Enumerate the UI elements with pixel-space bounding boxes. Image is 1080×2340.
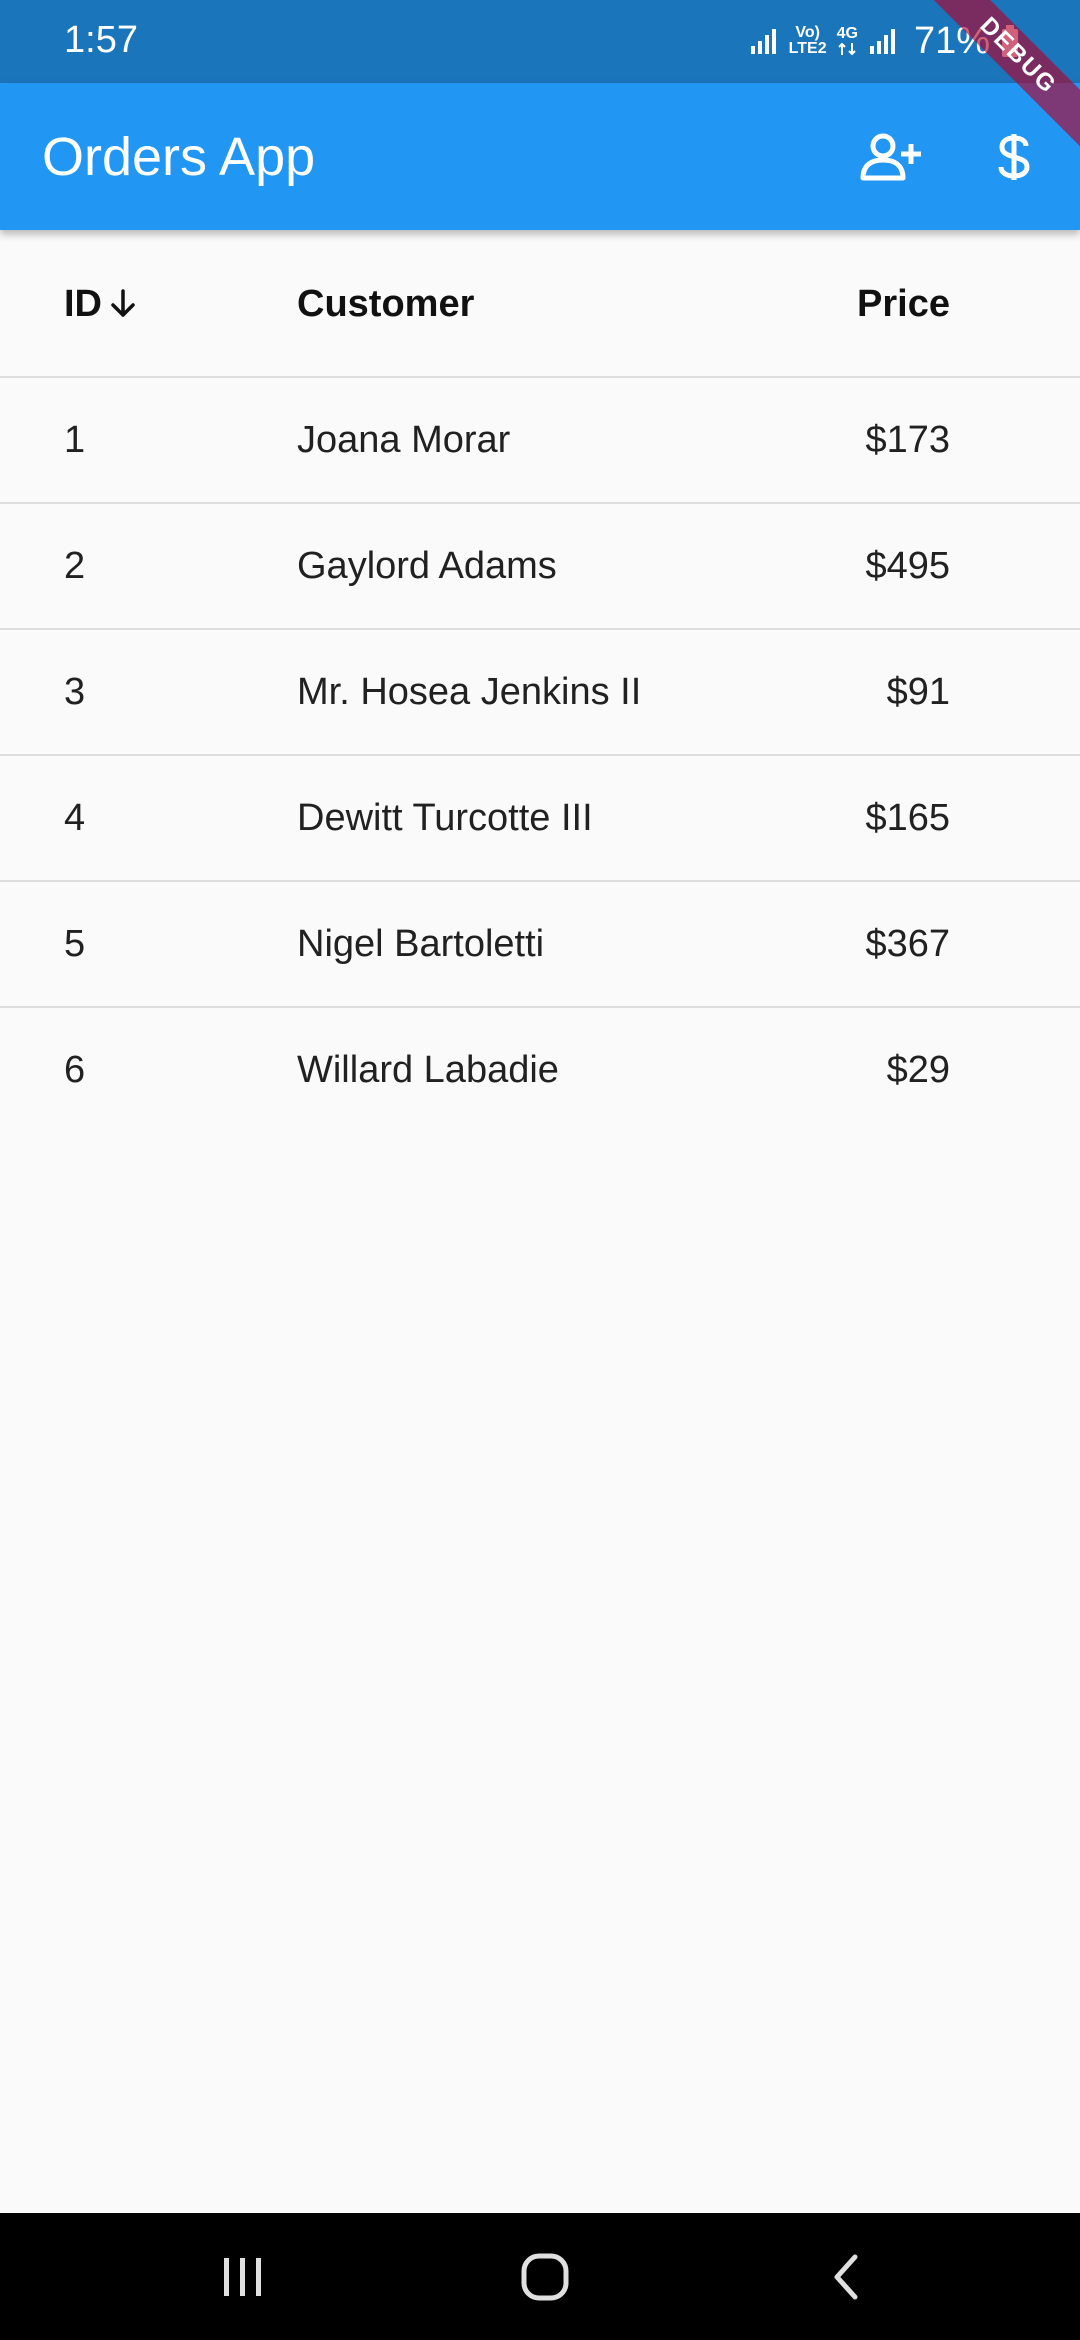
cell-customer: Dewitt Turcotte III — [297, 797, 593, 839]
cell-id: 5 — [64, 923, 86, 965]
signal-icon — [750, 29, 776, 54]
recents-icon — [224, 2258, 261, 2296]
data-arrows-icon — [838, 42, 856, 56]
header-customer[interactable]: Customer — [297, 280, 474, 328]
cell-customer: Nigel Bartoletti — [297, 923, 545, 965]
network-indicator: 4G — [837, 26, 858, 56]
cell-price: $91 — [886, 671, 950, 713]
cell-id: 4 — [64, 797, 86, 839]
screen: 1:57 Vo) LTE2 4G 71% DEBUG Orders App ID… — [0, 0, 1080, 2340]
back-button[interactable] — [807, 2239, 887, 2315]
cell-price: $367 — [865, 923, 950, 965]
volte-indicator: Vo) LTE2 — [789, 25, 827, 57]
table-row[interactable]: 1 Joana Morar $173 — [0, 378, 1080, 504]
add-user-icon — [860, 133, 921, 181]
cell-id: 3 — [64, 671, 86, 713]
recents-button[interactable] — [203, 2239, 283, 2315]
cell-price: $495 — [865, 545, 950, 587]
table-row[interactable]: 6 Willard Labadie $29 — [0, 1008, 1080, 1134]
header-price[interactable]: Price — [857, 280, 950, 328]
app-title: Orders App — [42, 127, 316, 187]
lte-label: LTE2 — [788, 40, 827, 57]
cell-id: 2 — [64, 545, 86, 587]
home-icon — [521, 2253, 569, 2301]
arrow-down-icon — [111, 289, 135, 317]
back-icon — [834, 2254, 858, 2300]
cell-price: $29 — [886, 1049, 950, 1091]
cell-customer: Mr. Hosea Jenkins II — [297, 671, 642, 713]
header-id[interactable]: ID — [64, 280, 140, 328]
table-row[interactable]: 3 Mr. Hosea Jenkins II $91 — [0, 630, 1080, 756]
cell-price: $173 — [865, 419, 950, 461]
orders-table: ID Customer Price 1 Joana Morar $173 2 G… — [0, 230, 1080, 1134]
cell-id: 1 — [64, 419, 86, 461]
table-row[interactable]: 4 Dewitt Turcotte III $165 — [0, 756, 1080, 882]
status-bar: 1:57 Vo) LTE2 4G 71% — [0, 0, 1080, 83]
app-bar: Orders App — [0, 83, 1080, 230]
system-nav-bar — [0, 2213, 1080, 2340]
network-label: 4G — [836, 25, 858, 42]
table-header: ID Customer Price — [0, 230, 1080, 378]
table-row[interactable]: 2 Gaylord Adams $495 — [0, 504, 1080, 630]
cell-customer: Willard Labadie — [297, 1049, 559, 1091]
price-button[interactable] — [978, 121, 1050, 193]
status-icons: Vo) LTE2 4G 71% — [749, 12, 1020, 70]
home-button[interactable] — [505, 2239, 585, 2315]
cell-customer: Gaylord Adams — [297, 545, 557, 587]
cell-customer: Joana Morar — [297, 419, 511, 461]
dollar-icon — [998, 134, 1030, 180]
status-time: 1:57 — [64, 19, 138, 61]
battery-level: 71% — [913, 20, 990, 62]
battery-icon — [1002, 25, 1018, 57]
table-row[interactable]: 5 Nigel Bartoletti $367 — [0, 882, 1080, 1008]
signal-icon-2 — [869, 29, 895, 54]
cell-price: $165 — [865, 797, 950, 839]
cell-id: 6 — [64, 1049, 86, 1091]
add-user-button[interactable] — [855, 121, 927, 193]
volte-label: Vo) — [795, 24, 820, 41]
header-id-label: ID — [64, 283, 102, 325]
